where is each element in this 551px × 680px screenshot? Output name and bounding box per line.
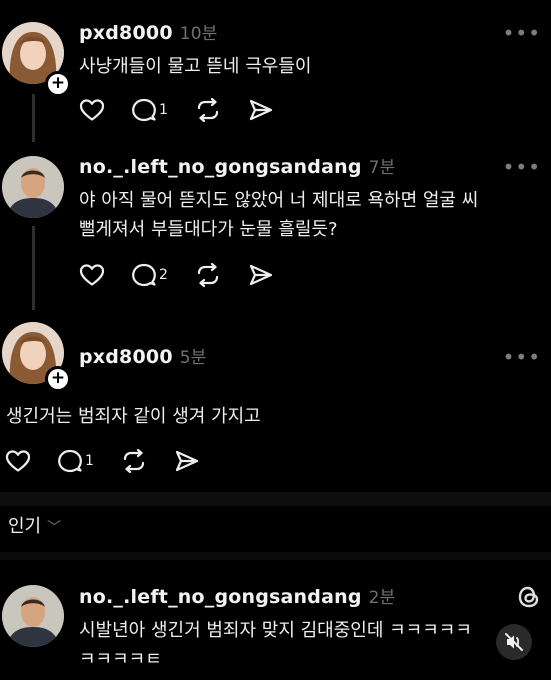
comment-time: 7분 xyxy=(368,158,396,178)
avatar-man-image xyxy=(2,156,64,218)
comment-username[interactable]: no._.left_no_gongsandang 2분 xyxy=(79,583,396,608)
share-icon xyxy=(175,450,199,472)
comment-text: 야 아직 물어 뜯지도 않았어 너 제대로 욕하면 얼굴 씨 뻘게져서 부들대다… xyxy=(79,186,478,244)
repost-icon xyxy=(197,98,219,122)
reply-button[interactable]: 1 xyxy=(57,449,94,473)
repost-button[interactable] xyxy=(120,449,148,473)
action-bar: 1 xyxy=(79,95,300,125)
share-icon xyxy=(249,99,273,121)
follow-button[interactable]: + xyxy=(45,71,71,97)
mute-button[interactable] xyxy=(496,624,532,660)
comment-time: 2분 xyxy=(368,588,396,608)
heart-icon xyxy=(5,450,31,472)
comment-icon xyxy=(132,263,156,287)
more-options-button[interactable]: ••• xyxy=(503,21,541,45)
sort-dropdown[interactable]: 인기 ﹀ xyxy=(8,512,61,538)
comment-username[interactable]: no._.left_no_gongsandang 7분 xyxy=(79,153,396,178)
like-button[interactable] xyxy=(79,98,105,122)
repost-button[interactable] xyxy=(194,263,222,287)
avatar[interactable] xyxy=(2,585,64,647)
repost-button[interactable] xyxy=(194,98,222,122)
comment-text-line: 시발년아 생긴거 범죄자 맞지 김대중인데 ㅋㅋㅋㅋㅋ xyxy=(79,620,472,641)
comment-text: 시발년아 생긴거 범죄자 맞지 김대중인데 ㅋㅋㅋㅋㅋ xyxy=(79,616,472,645)
follow-button[interactable]: + xyxy=(45,366,71,392)
reply-button[interactable]: 2 xyxy=(131,263,168,287)
more-options-button[interactable]: ••• xyxy=(503,155,541,179)
comment-username[interactable]: pxd8000 10분 xyxy=(79,19,218,44)
comment-text: 생긴거는 범죄자 같이 생겨 가지고 xyxy=(6,402,261,431)
avatar-man-image xyxy=(2,585,64,647)
username-text[interactable]: no._.left_no_gongsandang xyxy=(79,156,362,178)
heart-icon xyxy=(79,99,105,121)
comment-text-line: 야 아직 물어 뜯지도 않았어 너 제대로 욕하면 얼굴 씨 xyxy=(79,190,479,211)
share-button[interactable] xyxy=(248,98,274,122)
section-divider xyxy=(0,552,551,560)
comment-icon xyxy=(132,98,156,122)
threads-logo-icon[interactable] xyxy=(515,583,543,615)
share-button[interactable] xyxy=(174,449,200,473)
action-bar: 1 xyxy=(5,446,226,476)
comment-username[interactable]: pxd8000 5분 xyxy=(79,343,207,368)
comment-text: 사냥개들이 물고 뜯네 극우들이 xyxy=(79,52,311,81)
comment-time: 5분 xyxy=(179,348,207,368)
action-bar: 2 xyxy=(79,260,300,290)
username-text[interactable]: pxd8000 xyxy=(79,346,173,368)
thread-line xyxy=(32,226,35,310)
reply-count: 1 xyxy=(85,453,94,469)
chevron-down-icon: ﹀ xyxy=(47,520,62,536)
section-divider xyxy=(0,492,551,506)
comment-text: ㅋㅋㅋㅋㅌ xyxy=(79,645,162,674)
comment-icon xyxy=(58,449,82,473)
heart-icon xyxy=(79,264,105,286)
sort-label: 인기 xyxy=(8,516,42,537)
avatar[interactable] xyxy=(2,156,64,218)
comment-text-line: 사냥개들이 물고 뜯네 극우들이 xyxy=(79,56,312,77)
comment-text-line: ㅋㅋㅋㅋㅌ xyxy=(79,649,162,670)
thread-line xyxy=(32,94,35,142)
more-options-button[interactable]: ••• xyxy=(503,345,541,369)
like-button[interactable] xyxy=(5,449,31,473)
reply-button[interactable]: 1 xyxy=(131,98,168,122)
reply-count: 1 xyxy=(159,102,168,118)
repost-icon xyxy=(197,263,219,287)
repost-icon xyxy=(123,449,145,473)
comment-text-line: 생긴거는 범죄자 같이 생겨 가지고 xyxy=(6,406,261,427)
mute-icon xyxy=(505,633,523,651)
comment-time: 10분 xyxy=(179,24,218,44)
reply-count: 2 xyxy=(159,267,168,283)
like-button[interactable] xyxy=(79,263,105,287)
comment-text-line: 뻘게져서 부들대다가 눈물 흘릴듯? xyxy=(79,219,338,240)
username-text[interactable]: pxd8000 xyxy=(79,22,173,44)
username-text[interactable]: no._.left_no_gongsandang xyxy=(79,586,362,608)
share-icon xyxy=(249,264,273,286)
share-button[interactable] xyxy=(248,263,274,287)
